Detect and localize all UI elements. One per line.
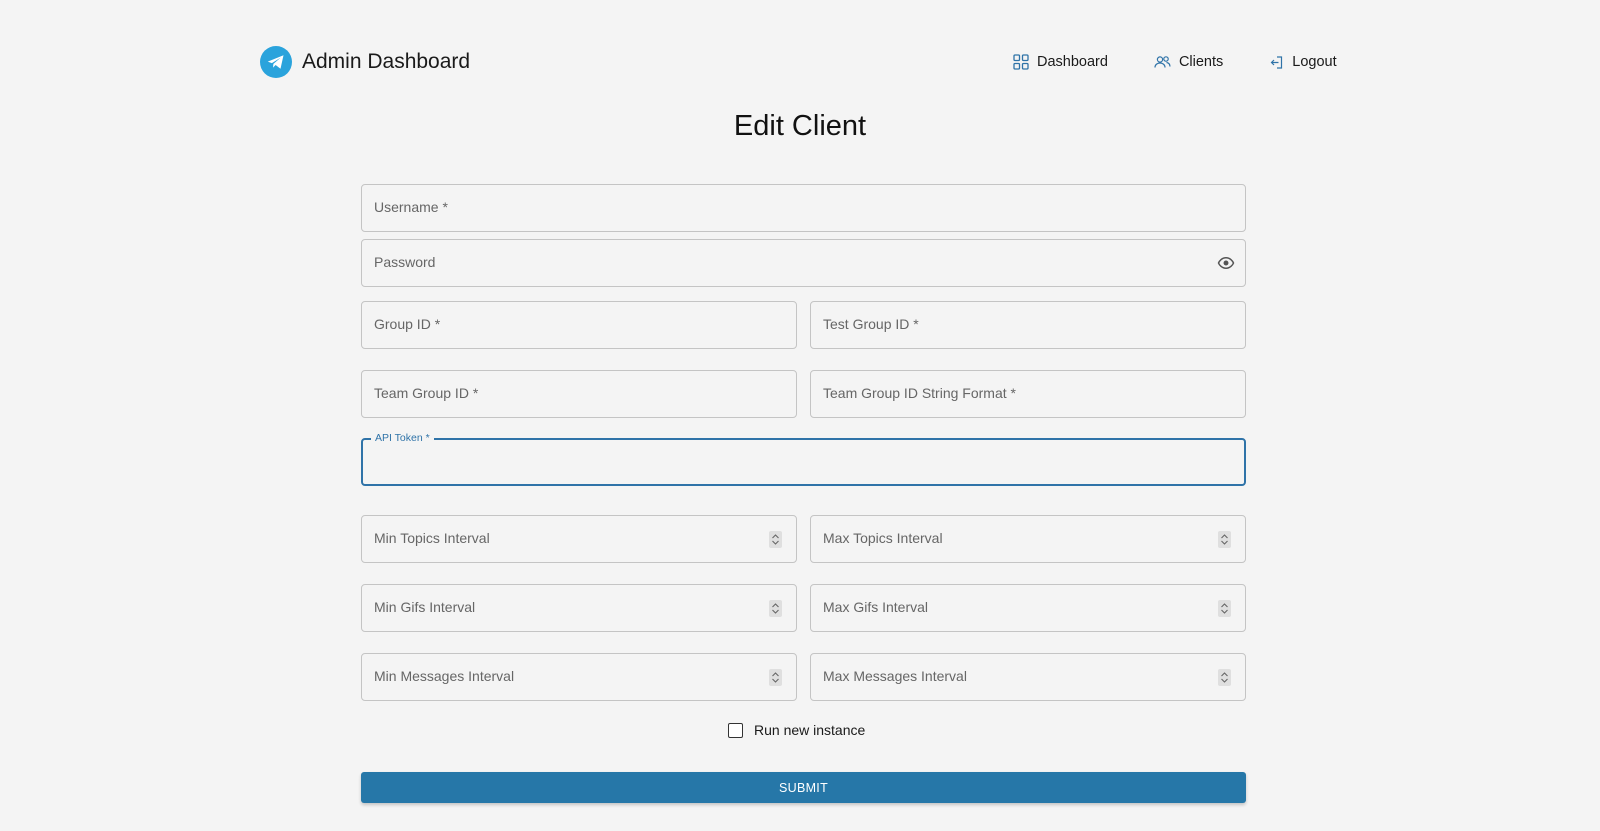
grid-icon — [1013, 54, 1029, 70]
max-messages-interval-label: Max Messages Interval — [823, 668, 967, 684]
nav-clients[interactable]: Clients — [1154, 50, 1223, 74]
test-group-id-field[interactable]: Test Group ID * — [810, 301, 1246, 349]
max-gifs-interval-field[interactable]: Max Gifs Interval — [810, 584, 1246, 632]
min-messages-interval-field[interactable]: Min Messages Interval — [361, 653, 797, 701]
users-icon — [1154, 56, 1171, 68]
number-stepper-icon[interactable] — [769, 600, 782, 617]
number-stepper-icon[interactable] — [1218, 669, 1231, 686]
nav-logout[interactable]: Logout — [1269, 50, 1337, 74]
page: Admin Dashboard Dashboard Clients Logout… — [0, 0, 1600, 831]
max-topics-interval-field[interactable]: Max Topics Interval — [810, 515, 1246, 563]
password-label: Password — [374, 254, 436, 270]
team-group-id-label: Team Group ID * — [374, 385, 479, 401]
password-field[interactable]: Password — [361, 239, 1246, 287]
username-field[interactable]: Username * — [361, 184, 1246, 232]
max-gifs-interval-label: Max Gifs Interval — [823, 599, 929, 615]
min-gifs-interval-label: Min Gifs Interval — [374, 599, 476, 615]
min-gifs-interval-field[interactable]: Min Gifs Interval — [361, 584, 797, 632]
group-id-field[interactable]: Group ID * — [361, 301, 797, 349]
api-token-label: API Token * — [371, 432, 434, 444]
min-topics-interval-field[interactable]: Min Topics Interval — [361, 515, 797, 563]
page-title: Edit Client — [733, 110, 867, 142]
number-stepper-icon[interactable] — [769, 531, 782, 548]
min-topics-interval-label: Min Topics Interval — [374, 530, 490, 546]
group-id-label: Group ID * — [374, 316, 441, 332]
top-nav: Dashboard Clients Logout — [1013, 50, 1337, 74]
run-new-instance-label: Run new instance — [754, 722, 866, 738]
nav-logout-label: Logout — [1292, 54, 1337, 70]
run-new-instance-checkbox[interactable] — [728, 722, 743, 738]
team-group-id-field[interactable]: Team Group ID * — [361, 370, 797, 418]
app-title: Admin Dashboard — [302, 50, 471, 73]
nav-clients-label: Clients — [1178, 54, 1224, 70]
number-stepper-icon[interactable] — [769, 669, 782, 686]
test-group-id-label: Test Group ID * — [823, 316, 919, 332]
team-group-id-format-label: Team Group ID String Format * — [823, 385, 1016, 401]
max-messages-interval-field[interactable]: Max Messages Interval — [810, 653, 1246, 701]
api-token-field[interactable]: API Token * — [361, 432, 1246, 486]
number-stepper-icon[interactable] — [1218, 600, 1231, 617]
submit-button[interactable]: SUBMIT — [361, 772, 1246, 803]
nav-dashboard-label: Dashboard — [1037, 54, 1108, 70]
run-new-instance-row[interactable]: Run new instance — [728, 722, 865, 738]
username-label: Username * — [374, 199, 448, 215]
min-messages-interval-label: Min Messages Interval — [374, 668, 515, 684]
telegram-icon — [260, 46, 292, 78]
number-stepper-icon[interactable] — [1218, 531, 1231, 548]
brand[interactable]: Admin Dashboard — [260, 46, 470, 78]
logout-icon — [1270, 55, 1283, 69]
eye-icon[interactable] — [1217, 254, 1235, 277]
max-topics-interval-label: Max Topics Interval — [823, 530, 943, 546]
team-group-id-format-field[interactable]: Team Group ID String Format * — [810, 370, 1246, 418]
nav-dashboard[interactable]: Dashboard — [1013, 50, 1108, 74]
